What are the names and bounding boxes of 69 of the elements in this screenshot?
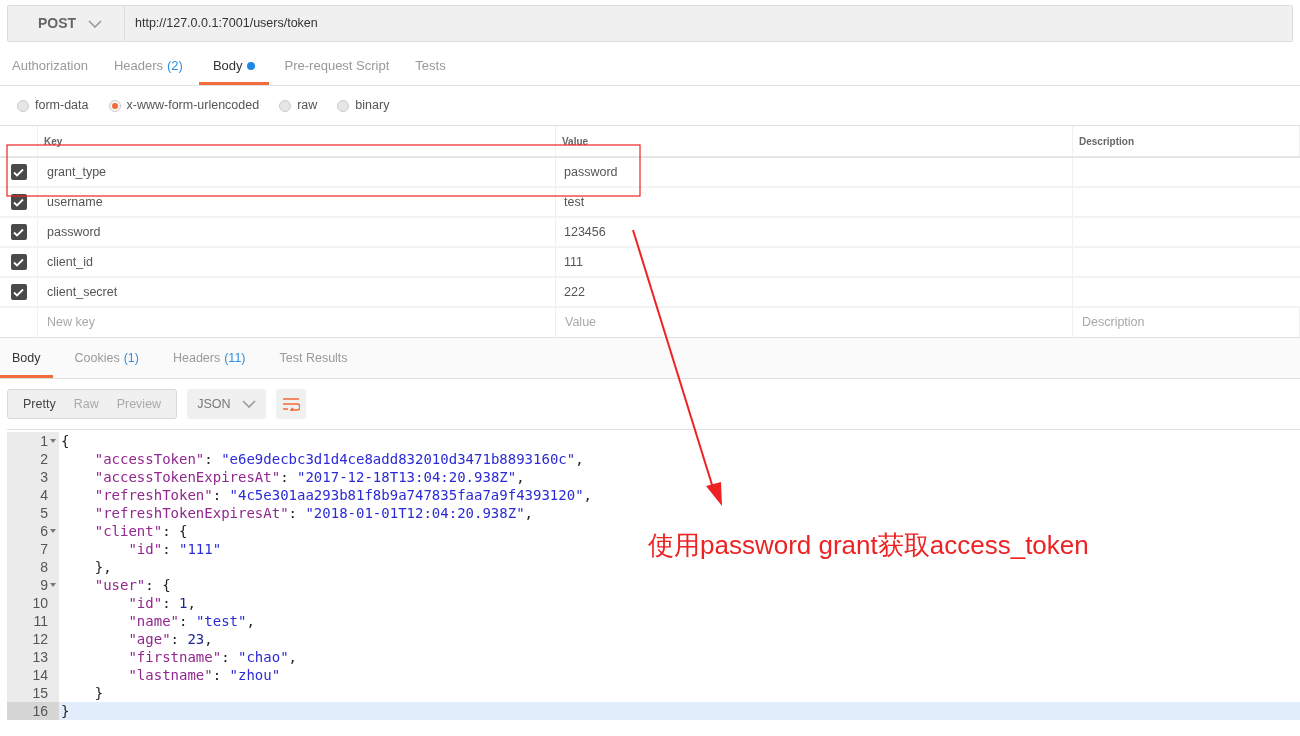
code-line: {: [60, 432, 70, 450]
response-tab[interactable]: Body: [0, 342, 53, 378]
key-cell[interactable]: username: [38, 188, 556, 216]
body-type-radio[interactable]: raw: [279, 96, 318, 115]
request-tab[interactable]: Headers (2): [103, 49, 193, 85]
code-line: "id": "111": [127, 540, 222, 558]
code-line: "refreshTokenExpiresAt": "2018-01-01T12:04:20.938Z",: [93, 504, 534, 522]
code-line: "user": {: [93, 576, 171, 594]
code-line: "firstname": "chao",: [127, 648, 298, 666]
request-tab[interactable]: Body: [198, 49, 269, 85]
column-header: Key: [38, 126, 556, 156]
format-dropdown[interactable]: JSON: [187, 389, 267, 419]
line-number: 2: [40, 449, 48, 469]
value-cell[interactable]: test: [556, 188, 1073, 216]
line-number: 3: [40, 467, 48, 487]
line-number: 13: [32, 647, 48, 667]
line-number: 10: [32, 593, 48, 613]
line-number: 15: [32, 683, 48, 703]
line-number: 6: [40, 521, 48, 541]
line-number: 11: [33, 611, 48, 631]
new-param-field[interactable]: New key: [38, 308, 556, 337]
key-cell[interactable]: password: [38, 218, 556, 246]
view-mode-tab[interactable]: Pretty: [14, 390, 65, 418]
code-line: "refreshToken": "4c5e301aa293b81f8b9a747835faa7a9f4393120",: [93, 486, 593, 504]
line-number: 5: [40, 503, 48, 523]
key-cell[interactable]: client_id: [38, 248, 556, 276]
value-cell[interactable]: 222: [556, 278, 1073, 306]
code-line: "accessTokenExpiresAt": "2017-12-18T13:04:20.938Z",: [93, 468, 525, 486]
code-line: "age": 23,: [127, 630, 213, 648]
line-number: 8: [40, 557, 48, 577]
new-param-field[interactable]: Value: [556, 308, 1073, 337]
row-checkbox[interactable]: [10, 164, 27, 180]
line-number: 16: [32, 701, 48, 721]
chevron-down-icon: [88, 19, 103, 28]
body-type-radio[interactable]: binary: [337, 96, 390, 115]
line-number: 4: [40, 485, 48, 505]
code-line: },: [93, 558, 112, 576]
fold-caret-icon[interactable]: [49, 583, 56, 587]
body-type-radio[interactable]: form-data: [17, 96, 89, 115]
row-checkbox[interactable]: [10, 224, 27, 240]
chevron-down-icon: [242, 400, 257, 408]
fold-caret-icon[interactable]: [49, 439, 56, 443]
code-line: "name": "test",: [127, 612, 255, 630]
code-line: "accessToken": "e6e9decbc3d1d4ce8add832010d3471b8893160c",: [93, 450, 584, 468]
body-type-radio[interactable]: x-www-form-urlencoded: [108, 96, 260, 115]
key-cell[interactable]: grant_type: [38, 158, 556, 186]
annotation-text: 使用password grant获取access_token: [648, 529, 1089, 562]
new-param-field[interactable]: Description: [1073, 308, 1300, 337]
line-number: 12: [32, 629, 48, 649]
line-number: 9: [40, 575, 48, 595]
row-checkbox[interactable]: [10, 254, 27, 270]
code-line: }: [60, 702, 70, 720]
code-line: "id": 1,: [127, 594, 196, 612]
row-checkbox[interactable]: [10, 284, 27, 300]
column-header: Value: [556, 126, 1073, 156]
value-cell[interactable]: password: [556, 158, 1073, 186]
key-cell[interactable]: client_secret: [38, 278, 556, 306]
value-cell[interactable]: 111: [556, 248, 1073, 276]
line-number: 14: [32, 665, 48, 685]
fold-caret-icon[interactable]: [49, 529, 56, 533]
code-line: "client": {: [93, 522, 188, 540]
line-number: 1: [40, 431, 48, 451]
value-cell[interactable]: 123456: [556, 218, 1073, 246]
line-number: 7: [40, 539, 48, 559]
code-line: "lastname": "zhou": [127, 666, 281, 684]
request-url-bar[interactable]: POST http://127.0.0.1:7001/users/token: [7, 5, 1293, 42]
column-header: Description: [1073, 126, 1300, 156]
wrap-lines-icon: [282, 397, 301, 411]
code-line: }: [93, 684, 104, 702]
